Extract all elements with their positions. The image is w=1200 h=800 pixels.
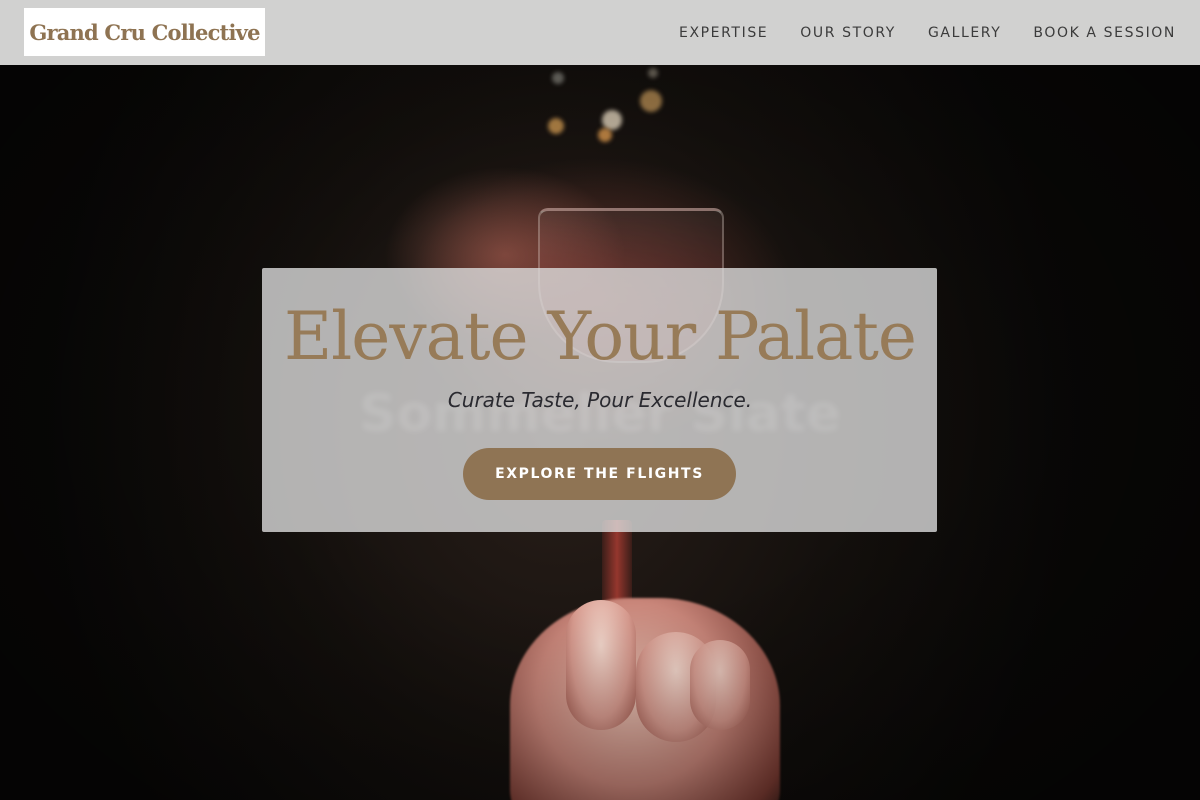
explore-flights-button[interactable]: EXPLORE THE FLIGHTS [463, 448, 736, 500]
main-navigation: EXPERTISE OUR STORY GALLERY BOOK A SESSI… [679, 0, 1176, 65]
site-logo[interactable]: Grand Cru Collective [24, 8, 265, 56]
nav-link-expertise[interactable]: EXPERTISE [679, 25, 768, 41]
hero-tagline: Curate Taste, Pour Excellence. [447, 388, 753, 412]
site-logo-text: Grand Cru Collective [29, 19, 260, 45]
nav-link-our-story[interactable]: OUR STORY [800, 25, 896, 41]
nav-link-gallery[interactable]: GALLERY [928, 25, 1001, 41]
landing-page: Grand Cru Collective EXPERTISE OUR STORY… [0, 0, 1200, 800]
hero-heading: Elevate Your Palate [284, 298, 917, 375]
nav-link-book-a-session[interactable]: BOOK A SESSION [1033, 25, 1176, 41]
site-header: Grand Cru Collective EXPERTISE OUR STORY… [0, 0, 1200, 65]
